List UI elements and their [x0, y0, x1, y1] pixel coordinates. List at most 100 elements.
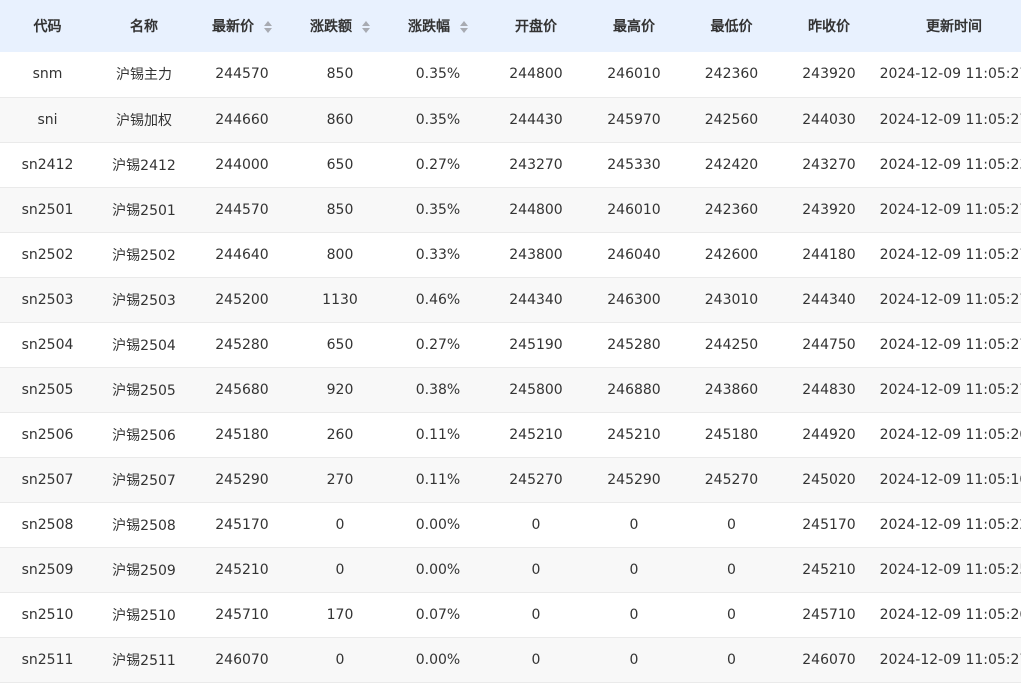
header-label: 涨跌额 [310, 19, 352, 35]
cell-name[interactable]: 沪锡2511 [95, 637, 193, 682]
cell-chg: 860 [326, 111, 354, 128]
table-body: snm 沪锡主力 244570 850 0.35% 244800 246010 242360 2… [0, 52, 1021, 682]
cell-pct: 0.00% [415, 516, 461, 533]
cell-chg: 650 [326, 156, 354, 173]
cell-prev: 245020 [802, 471, 856, 488]
cell-last: 244000 [215, 156, 269, 173]
table-row[interactable]: sn2502 沪锡2502 244640 800 0.33% 243800 246040 24… [0, 232, 1021, 277]
cell-name[interactable]: 沪锡2510 [95, 592, 193, 637]
cell-name[interactable]: 沪锡2505 [95, 367, 193, 412]
cell-last: 245170 [215, 516, 269, 533]
header-change[interactable]: 涨跌额 [291, 0, 389, 52]
cell-pct: 0.38% [415, 381, 461, 398]
cell-code[interactable]: sn2502 [0, 232, 95, 277]
header-label: 开盘价 [515, 19, 557, 35]
cell-last: 245180 [215, 426, 269, 443]
cell-code[interactable]: sn2511 [0, 637, 95, 682]
cell-chg: 1130 [322, 291, 358, 308]
cell-high: 245290 [607, 471, 661, 488]
cell-pct: 0.11% [415, 471, 461, 488]
cell-low: 242360 [704, 201, 759, 218]
cell-low: 0 [727, 651, 736, 668]
cell-name[interactable]: 沪锡2412 [95, 142, 193, 187]
cell-code[interactable]: sni [0, 97, 95, 142]
cell-pct: 0.35% [415, 66, 461, 83]
cell-open: 245800 [509, 381, 563, 398]
cell-name[interactable]: 沪锡2504 [95, 322, 193, 367]
table-header-row: 代码 名称 最新价 涨跌额 涨跌幅 开盘价 最高价 最低价 昨收价 更新时间 [0, 0, 1021, 52]
cell-low: 242420 [704, 156, 759, 173]
cell-name[interactable]: 沪锡2506 [95, 412, 193, 457]
sort-icon[interactable] [264, 21, 272, 33]
cell-prev: 244180 [802, 246, 856, 263]
cell-high: 245330 [607, 156, 661, 173]
cell-prev: 243920 [802, 201, 856, 218]
cell-high: 246880 [607, 381, 661, 398]
header-name: 名称 [95, 0, 193, 52]
cell-name[interactable]: 沪锡2501 [95, 187, 193, 232]
cell-pct: 0.11% [415, 426, 461, 443]
cell-low: 244250 [704, 336, 759, 353]
header-last-price[interactable]: 最新价 [193, 0, 291, 52]
sort-icon[interactable] [362, 21, 370, 33]
header-update-time: 更新时间 [878, 0, 1021, 52]
cell-code[interactable]: sn2507 [0, 457, 95, 502]
table-row[interactable]: sn2506 沪锡2506 245180 260 0.11% 245210 245210 24… [0, 412, 1021, 457]
table-row[interactable]: sn2505 沪锡2505 245680 920 0.38% 245800 246880 24… [0, 367, 1021, 412]
cell-open: 243800 [509, 246, 563, 263]
cell-name[interactable]: 沪锡2509 [95, 547, 193, 592]
table-row[interactable]: sn2508 沪锡2508 245170 0 0.00% 0 0 0 245170 2024-12… [0, 502, 1021, 547]
cell-code[interactable]: sn2412 [0, 142, 95, 187]
cell-name[interactable]: 沪锡2507 [95, 457, 193, 502]
cell-high: 246300 [607, 291, 661, 308]
cell-time: 2024-12-09 11:05:23 [879, 156, 1021, 173]
cell-high: 246010 [607, 201, 661, 218]
cell-code[interactable]: sn2505 [0, 367, 95, 412]
cell-code[interactable]: sn2510 [0, 592, 95, 637]
cell-name[interactable]: 沪锡2502 [95, 232, 193, 277]
table-row[interactable]: sn2503 沪锡2503 245200 1130 0.46% 244340 246300 2… [0, 277, 1021, 322]
table-row[interactable]: sn2511 沪锡2511 246070 0 0.00% 0 0 0 246070 2024-12… [0, 637, 1021, 682]
cell-open: 244800 [509, 201, 563, 218]
sort-icon[interactable] [460, 21, 468, 33]
cell-chg: 650 [326, 336, 354, 353]
cell-open: 0 [531, 561, 541, 578]
table-row[interactable]: sni 沪锡加权 244660 860 0.35% 244430 245970 242560 2… [0, 97, 1021, 142]
table-row[interactable]: sn2507 沪锡2507 245290 270 0.11% 245270 245290 24… [0, 457, 1021, 502]
cell-chg: 850 [326, 201, 354, 218]
cell-low: 245270 [704, 471, 759, 488]
table-row[interactable]: sn2412 沪锡2412 244000 650 0.27% 243270 245330 24… [0, 142, 1021, 187]
cell-code[interactable]: sn2506 [0, 412, 95, 457]
cell-low: 0 [727, 561, 736, 578]
cell-pct: 0.46% [415, 291, 461, 308]
cell-code[interactable]: sn2504 [0, 322, 95, 367]
cell-last: 245710 [215, 606, 269, 623]
cell-code[interactable]: sn2508 [0, 502, 95, 547]
cell-name[interactable]: 沪锡2508 [95, 502, 193, 547]
cell-last: 245290 [215, 471, 269, 488]
cell-code[interactable]: sn2509 [0, 547, 95, 592]
cell-chg: 170 [326, 606, 354, 623]
table-row[interactable]: sn2509 沪锡2509 245210 0 0.00% 0 0 0 245210 2024-12… [0, 547, 1021, 592]
table-row[interactable]: sn2504 沪锡2504 245280 650 0.27% 245190 245280 24… [0, 322, 1021, 367]
table-row[interactable]: snm 沪锡主力 244570 850 0.35% 244800 246010 242360 2… [0, 52, 1021, 97]
cell-prev: 244830 [802, 381, 856, 398]
table-row[interactable]: sn2501 沪锡2501 244570 850 0.35% 244800 246010 24… [0, 187, 1021, 232]
cell-low: 242560 [704, 111, 759, 128]
cell-prev: 246070 [802, 651, 856, 668]
cell-prev: 245210 [802, 561, 856, 578]
cell-chg: 260 [326, 426, 354, 443]
cell-code[interactable]: sn2503 [0, 277, 95, 322]
cell-code[interactable]: snm [0, 52, 95, 97]
cell-last: 245210 [215, 561, 269, 578]
cell-name[interactable]: 沪锡2503 [95, 277, 193, 322]
table-row[interactable]: sn2510 沪锡2510 245710 170 0.07% 0 0 0 245710 2024-… [0, 592, 1021, 637]
cell-name[interactable]: 沪锡主力 [95, 52, 193, 97]
cell-code[interactable]: sn2501 [0, 187, 95, 232]
cell-high: 245280 [607, 336, 661, 353]
header-high: 最高价 [585, 0, 683, 52]
cell-last: 244660 [215, 111, 269, 128]
cell-time: 2024-12-09 11:05:27 [879, 66, 1021, 83]
header-change-pct[interactable]: 涨跌幅 [389, 0, 487, 52]
cell-name[interactable]: 沪锡加权 [95, 97, 193, 142]
